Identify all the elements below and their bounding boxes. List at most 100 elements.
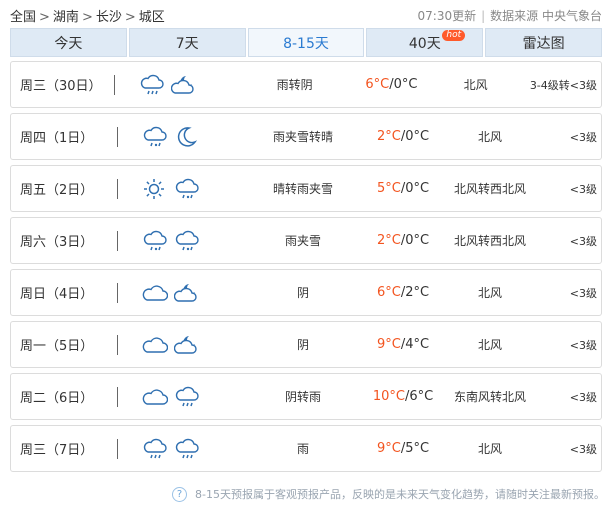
cloudy-moon-icon bbox=[170, 75, 194, 94]
breadcrumb-separator: > bbox=[81, 10, 93, 25]
footer-text: 8-15天预报属于客观预报产品，反映的是未来天气变化趋势，请随时关注最新预报。 bbox=[195, 488, 602, 501]
weather-description: 雨夹雪 bbox=[284, 234, 321, 248]
forecast-row: 周二（6日） 阴转雨 10°C/6°C 东南风转北风 <3级 bbox=[10, 373, 602, 420]
source-label: 数据来源 中央气象台 bbox=[490, 9, 602, 23]
forecast-row: 周三（30日） 雨转阴 6°C/0°C 北风 3-4级转<3级 bbox=[10, 61, 602, 108]
forecast-row: 周三（7日） 雨 9°C/5°C 北风 <3级 bbox=[10, 425, 602, 472]
temperature: 6°C/2°C bbox=[372, 285, 434, 300]
forecast-row: 周六（3日） 雨夹雪 2°C/0°C 北风转西北风 <3级 bbox=[10, 217, 602, 264]
wind-level: <3级 bbox=[569, 182, 597, 196]
top-bar: 全国 > 湖南 > 长沙 > 城区 07:30更新 | 数据来源 中央气象台 bbox=[0, 0, 612, 28]
forecast-day: 周一（5日） bbox=[20, 339, 94, 354]
wind-direction: 北风 bbox=[477, 286, 502, 300]
temperature: 2°C/0°C bbox=[372, 233, 434, 248]
tab-8-15-days[interactable]: 8-15天 bbox=[247, 28, 365, 57]
update-time: 07:30更新 bbox=[417, 9, 477, 23]
low-temp: /6°C bbox=[404, 389, 434, 404]
weather-description: 阴 bbox=[296, 286, 309, 300]
temperature: 9°C/4°C bbox=[372, 337, 434, 352]
low-temp: /0°C bbox=[400, 129, 430, 144]
weather-icons bbox=[118, 125, 234, 149]
weather-description: 晴转雨夹雪 bbox=[272, 182, 333, 196]
low-temp: /0°C bbox=[400, 181, 430, 196]
sleet-icon bbox=[175, 230, 199, 250]
high-temp: 6°C bbox=[376, 285, 401, 300]
wind-level: <3级 bbox=[569, 130, 597, 144]
wind-direction: 北风 bbox=[477, 442, 502, 456]
forecast-row: 周四（1日） 雨夹雪转晴 2°C/0°C 北风 <3级 bbox=[10, 113, 602, 160]
forecast-row: 周日（4日） 阴 6°C/2°C 北风 <3级 bbox=[10, 269, 602, 316]
cloudy-moon-icon bbox=[174, 335, 197, 354]
sun-icon bbox=[144, 178, 164, 199]
source-separator: | bbox=[481, 9, 486, 23]
data-source: 07:30更新 | 数据来源 中央气象台 bbox=[418, 7, 602, 24]
wind-direction: 北风 bbox=[477, 338, 502, 352]
temperature: 5°C/0°C bbox=[372, 181, 434, 196]
overcast-icon bbox=[142, 388, 168, 405]
tab-label: 雷达图 bbox=[522, 35, 565, 52]
breadcrumb-item-country[interactable]: 全国 bbox=[10, 10, 36, 25]
weather-description: 雨转阴 bbox=[276, 78, 313, 92]
breadcrumb-separator: > bbox=[39, 10, 50, 25]
tab-label: 今天 bbox=[54, 35, 83, 52]
wind-direction: 北风 bbox=[477, 130, 502, 144]
sleet-icon bbox=[175, 178, 199, 198]
low-temp: /0°C bbox=[400, 233, 430, 248]
wind-level: <3级 bbox=[569, 442, 597, 456]
tab-label: 8-15天 bbox=[283, 35, 329, 52]
sleet-icon bbox=[143, 230, 167, 250]
moon-icon bbox=[177, 126, 198, 147]
high-temp: 10°C bbox=[372, 389, 405, 404]
wind-direction: 北风转西北风 bbox=[453, 182, 526, 196]
forecast-row: 周一（5日） 阴 9°C/4°C 北风 <3级 bbox=[10, 321, 602, 368]
wind-level: <3级 bbox=[569, 286, 597, 300]
forecast-day: 周五（2日） bbox=[20, 183, 94, 198]
forecast-list: 周三（30日） 雨转阴 6°C/0°C 北风 3-4级转<3级 周四（1日） 雨夹雪转晴 2°… bbox=[10, 61, 602, 477]
wind-direction: 东南风转北风 bbox=[453, 390, 526, 404]
forecast-day: 周三（30日） bbox=[20, 79, 102, 94]
tab-40-days[interactable]: 40天 hot bbox=[366, 28, 484, 57]
weather-icons bbox=[118, 385, 234, 409]
question-icon[interactable]: ? bbox=[172, 486, 187, 502]
tab-today[interactable]: 今天 bbox=[10, 28, 127, 57]
breadcrumb: 全国 > 湖南 > 长沙 > 城区 bbox=[10, 6, 165, 25]
rain-icon bbox=[175, 438, 199, 458]
high-temp: 9°C bbox=[376, 441, 401, 456]
wind-level: <3级 bbox=[569, 390, 597, 404]
tab-label: 7天 bbox=[175, 35, 199, 52]
breadcrumb-item-province[interactable]: 湖南 bbox=[53, 10, 79, 25]
overcast-icon bbox=[142, 284, 168, 301]
high-temp: 2°C bbox=[376, 129, 401, 144]
wind-level: <3级 bbox=[569, 234, 597, 248]
low-temp: /4°C bbox=[400, 337, 430, 352]
wind-direction: 北风转西北风 bbox=[453, 234, 526, 248]
temperature: 6°C/0°C bbox=[361, 77, 421, 92]
tab-7-days[interactable]: 7天 bbox=[128, 28, 246, 57]
temperature: 10°C/6°C bbox=[372, 389, 434, 404]
weather-description: 阴转雨 bbox=[284, 390, 321, 404]
rain-icon bbox=[175, 386, 199, 406]
forecast-row: 周五（2日） 晴转雨夹雪 5°C/0°C 北风转西北风 <3级 bbox=[10, 165, 602, 212]
cloudy-moon-icon bbox=[174, 283, 197, 302]
low-temp: /2°C bbox=[400, 285, 430, 300]
forecast-tabs: 今天 7天 8-15天 40天 hot 雷达图 bbox=[10, 28, 602, 57]
breadcrumb-item-district: 城区 bbox=[138, 10, 165, 25]
low-temp: /5°C bbox=[400, 441, 430, 456]
tab-label: 40天 bbox=[408, 35, 441, 52]
breadcrumb-item-city[interactable]: 长沙 bbox=[96, 10, 122, 25]
forecast-day: 周三（7日） bbox=[20, 443, 94, 458]
tab-radar[interactable]: 雷达图 bbox=[485, 28, 602, 57]
forecast-day: 周六（3日） bbox=[20, 235, 94, 250]
overcast-icon bbox=[142, 336, 168, 353]
weather-icons bbox=[118, 437, 234, 461]
weather-description: 阴 bbox=[296, 338, 309, 352]
forecast-day: 周二（6日） bbox=[20, 391, 94, 406]
breadcrumb-separator: > bbox=[124, 10, 136, 25]
wind-level: <3级 bbox=[569, 338, 597, 352]
weather-icons bbox=[118, 177, 234, 201]
wind-direction: 北风 bbox=[463, 78, 488, 92]
high-temp: 5°C bbox=[376, 181, 401, 196]
high-temp: 9°C bbox=[376, 337, 401, 352]
weather-description: 雨 bbox=[296, 442, 309, 456]
temperature: 2°C/0°C bbox=[372, 129, 434, 144]
